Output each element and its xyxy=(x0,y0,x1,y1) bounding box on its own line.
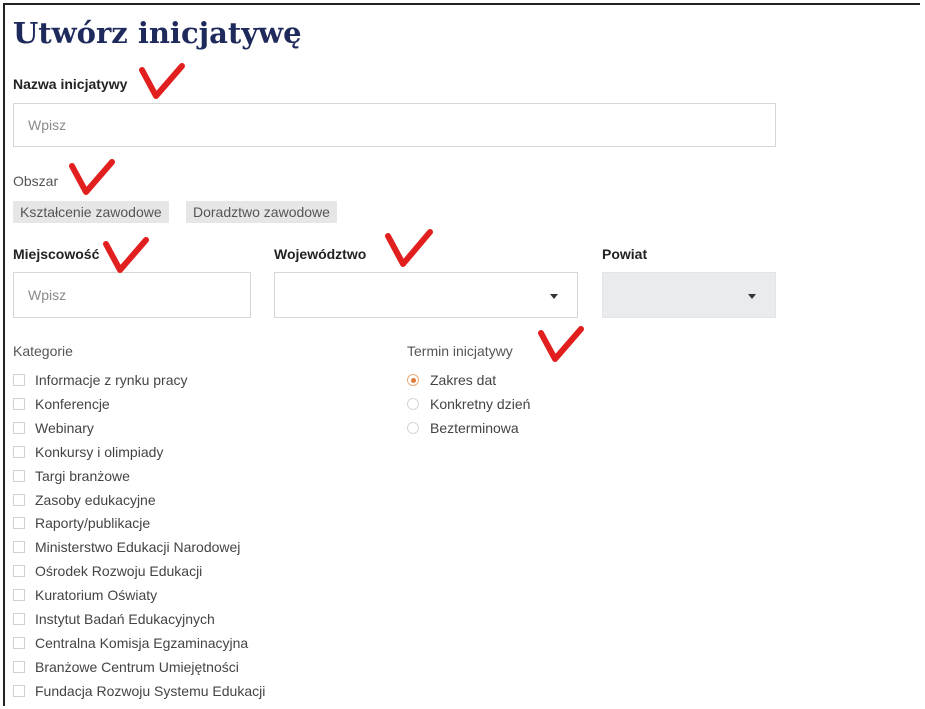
category-item[interactable]: Zasoby edukacyjne xyxy=(13,490,156,510)
category-label: Centralna Komisja Egzaminacyjna xyxy=(35,635,249,651)
category-item[interactable]: Ministerstwo Edukacji Narodowej xyxy=(13,537,240,557)
check-mark-annotation xyxy=(103,237,149,273)
chevron-down-icon xyxy=(748,294,756,299)
category-checkbox[interactable] xyxy=(13,565,25,577)
term-option-label: Konkretny dzień xyxy=(430,396,531,412)
category-checkbox[interactable] xyxy=(13,517,25,529)
category-item[interactable]: Ośrodek Rozwoju Edukacji xyxy=(13,561,202,581)
term-option[interactable]: Bezterminowa xyxy=(407,418,519,438)
category-item[interactable]: Instytut Badań Edukacyjnych xyxy=(13,609,215,629)
area-chip-vocational-education[interactable]: Kształcenie zawodowe xyxy=(13,201,169,223)
locality-input[interactable] xyxy=(13,272,251,318)
category-label: Konkursy i olimpiady xyxy=(35,444,164,460)
category-checkbox[interactable] xyxy=(13,446,25,458)
term-option[interactable]: Konkretny dzień xyxy=(407,394,530,414)
category-label: Instytut Badań Edukacyjnych xyxy=(35,611,215,627)
category-checkbox[interactable] xyxy=(13,422,25,434)
category-checkbox[interactable] xyxy=(13,398,25,410)
categories-label: Kategorie xyxy=(13,343,73,359)
county-label: Powiat xyxy=(602,246,648,262)
check-mark-annotation xyxy=(538,326,584,362)
page-title: Utwórz inicjatywę xyxy=(13,16,302,50)
category-label: Targi branżowe xyxy=(35,468,130,484)
category-item[interactable]: Raporty/publikacje xyxy=(13,513,150,533)
term-radio[interactable] xyxy=(407,422,419,434)
term-option-label: Bezterminowa xyxy=(430,420,519,436)
category-item[interactable]: Branżowe Centrum Umiejętności xyxy=(13,657,239,677)
category-item[interactable]: Konkursy i olimpiady xyxy=(13,442,163,462)
area-chip-career-counseling[interactable]: Doradztwo zawodowe xyxy=(186,201,337,223)
voivodeship-label: Województwo xyxy=(274,246,367,262)
term-radio[interactable] xyxy=(407,398,419,410)
name-label: Nazwa inicjatywy xyxy=(13,76,128,92)
category-label: Zasoby edukacyjne xyxy=(35,492,156,508)
name-input[interactable] xyxy=(13,103,776,147)
locality-label: Miejscowość xyxy=(13,246,100,262)
category-item[interactable]: Konferencje xyxy=(13,394,110,414)
category-item[interactable]: Webinary xyxy=(13,418,94,438)
category-checkbox[interactable] xyxy=(13,637,25,649)
category-checkbox[interactable] xyxy=(13,470,25,482)
category-label: Webinary xyxy=(35,420,94,436)
check-mark-annotation xyxy=(385,229,433,267)
term-option-label: Zakres dat xyxy=(430,372,497,388)
category-checkbox[interactable] xyxy=(13,589,25,601)
category-label: Fundacja Rozwoju Systemu Edukacji xyxy=(35,683,266,699)
category-item[interactable]: Fundacja Rozwoju Systemu Edukacji xyxy=(13,681,265,701)
category-checkbox[interactable] xyxy=(13,541,25,553)
county-select[interactable] xyxy=(602,272,776,318)
voivodeship-select[interactable] xyxy=(274,272,578,318)
category-checkbox[interactable] xyxy=(13,494,25,506)
term-option[interactable]: Zakres dat xyxy=(407,370,496,390)
area-label: Obszar xyxy=(13,173,59,189)
category-checkbox[interactable] xyxy=(13,613,25,625)
category-item[interactable]: Kuratorium Oświaty xyxy=(13,585,157,605)
category-item[interactable]: Centralna Komisja Egzaminacyjna xyxy=(13,633,248,653)
category-checkbox[interactable] xyxy=(13,374,25,386)
category-label: Konferencje xyxy=(35,396,110,412)
category-checkbox[interactable] xyxy=(13,661,25,673)
category-item[interactable]: Informacje z rynku pracy xyxy=(13,370,188,390)
term-label: Termin inicjatywy xyxy=(407,343,513,359)
category-label: Raporty/publikacje xyxy=(35,515,151,531)
check-mark-annotation xyxy=(139,63,185,99)
category-label: Ośrodek Rozwoju Edukacji xyxy=(35,563,203,579)
term-radio[interactable] xyxy=(407,374,419,386)
chevron-down-icon xyxy=(550,294,558,299)
category-label: Branżowe Centrum Umiejętności xyxy=(35,659,239,675)
category-label: Informacje z rynku pracy xyxy=(35,372,188,388)
category-label: Ministerstwo Edukacji Narodowej xyxy=(35,539,241,555)
category-item[interactable]: Targi branżowe xyxy=(13,466,130,486)
check-mark-annotation xyxy=(69,159,115,195)
category-checkbox[interactable] xyxy=(13,685,25,697)
category-label: Kuratorium Oświaty xyxy=(35,587,158,603)
